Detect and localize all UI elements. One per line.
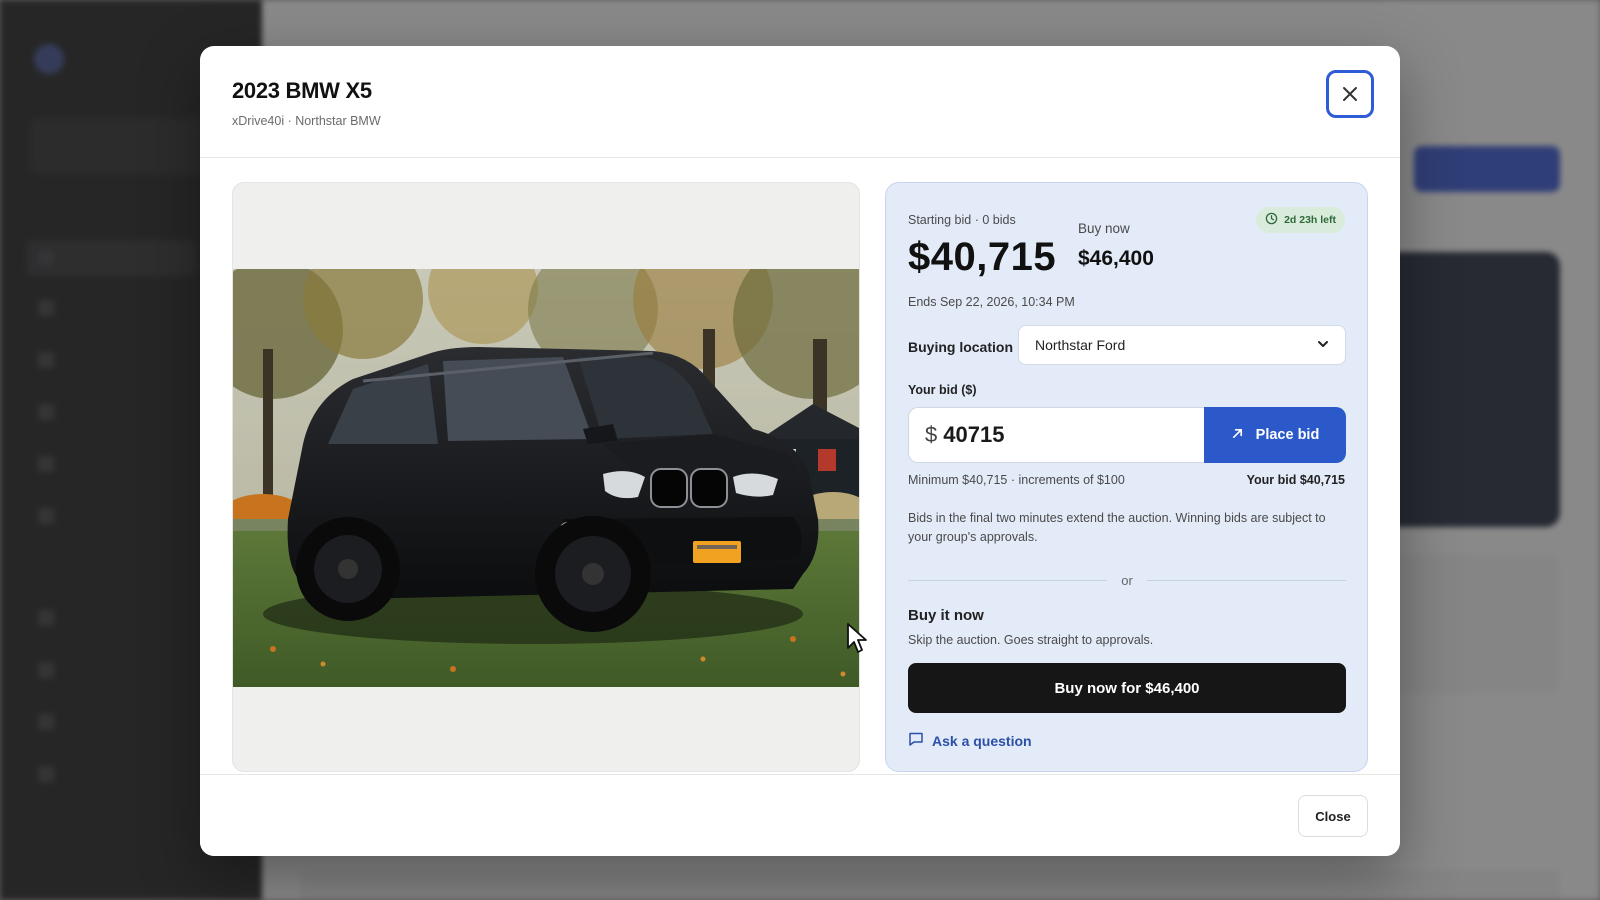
modal-subtitle: xDrive40i · Northstar BMW (232, 114, 381, 128)
auction-end-date: Ends Sep 22, 2026, 10:34 PM (908, 295, 1075, 309)
your-bid-summary: Your bid $40,715 (1246, 473, 1345, 487)
bid-amount-input[interactable]: $ 40715 (908, 407, 1204, 463)
close-button[interactable]: Close (1298, 795, 1368, 837)
chevron-down-icon (1317, 337, 1329, 353)
buy-now-price: $46,400 (1078, 247, 1154, 270)
mouse-cursor-icon (846, 622, 870, 659)
your-bid-label: Your bid ($) (908, 383, 977, 397)
modal-footer: Close (200, 774, 1400, 856)
modal-title: 2023 BMW X5 (232, 78, 372, 103)
ask-question-label: Ask a question (932, 732, 1032, 749)
chat-bubble-icon (908, 731, 924, 750)
bid-amount-value: 40715 (943, 422, 1005, 447)
time-left-text: 2d 23h left (1284, 214, 1336, 226)
buy-it-now-title: Buy it now (908, 607, 984, 624)
vehicle-photo (233, 269, 859, 687)
buying-location-value: Northstar Ford (1035, 337, 1126, 353)
clock-icon (1265, 212, 1278, 228)
place-bid-label: Place bid (1255, 427, 1320, 443)
minimum-bid-note: Minimum $40,715 · increments of $100 (908, 473, 1125, 487)
auction-rules-text: Bids in the final two minutes extend the… (908, 511, 1326, 544)
modal-body: Starting bid · 0 bids $40,715 Buy now $4… (232, 182, 1368, 772)
ask-question-link[interactable]: Ask a question (908, 731, 1032, 750)
or-divider: or (908, 573, 1346, 588)
listing-modal: 2023 BMW X5 xDrive40i · Northstar BMW St… (200, 46, 1400, 856)
starting-bid-price: $40,715 (908, 235, 1057, 279)
starting-bid-label: Starting bid · 0 bids (908, 213, 1016, 227)
time-left-badge: 2d 23h left (1256, 207, 1345, 233)
place-bid-button[interactable]: Place bid (1204, 407, 1346, 463)
close-icon-button[interactable] (1326, 70, 1374, 118)
arrow-up-right-icon (1231, 427, 1244, 444)
or-label: or (1121, 573, 1133, 588)
vehicle-image-panel (232, 182, 860, 772)
bid-panel: Starting bid · 0 bids $40,715 Buy now $4… (885, 182, 1368, 772)
buy-now-label: Buy now (1078, 221, 1130, 236)
currency-symbol: $ (925, 422, 938, 447)
modal-header: 2023 BMW X5 xDrive40i · Northstar BMW (200, 46, 1400, 158)
close-icon (1341, 85, 1359, 103)
buying-location-select[interactable]: Northstar Ford (1018, 325, 1346, 365)
buying-location-label: Buying location (908, 339, 1013, 355)
buy-now-button[interactable]: Buy now for $46,400 (908, 663, 1346, 713)
buy-it-now-description: Skip the auction. Goes straight to appro… (908, 633, 1154, 647)
